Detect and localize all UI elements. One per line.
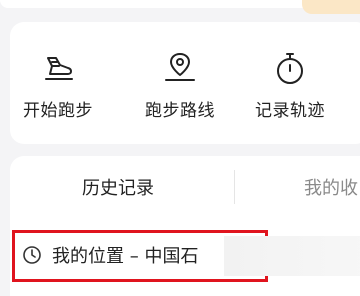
stopwatch-icon — [270, 48, 310, 88]
history-item-text: 我的位置 – 中国石 — [52, 246, 199, 267]
running-route-button[interactable]: 跑步路线 — [132, 22, 228, 144]
tab-divider — [234, 170, 235, 204]
promo-badge[interactable] — [302, 0, 360, 14]
running-shoe-icon — [38, 48, 78, 88]
redacted-overlay — [224, 236, 360, 276]
quick-actions-card: 开始跑步 跑步路线 记录轨迹 — [10, 22, 360, 144]
history-list-item[interactable]: 我的位置 – 中国石 — [10, 230, 360, 282]
route-pin-icon — [160, 48, 200, 88]
tab-favorites[interactable]: 我的收 — [304, 156, 358, 218]
start-running-button[interactable]: 开始跑步 — [10, 22, 106, 144]
record-track-button[interactable]: 记录轨迹 — [242, 22, 338, 144]
running-route-label: 跑步路线 — [145, 101, 215, 121]
start-running-label: 开始跑步 — [23, 101, 93, 121]
clock-icon — [22, 245, 42, 265]
history-card: 历史记录 我的收 我的位置 – 中国石 — [10, 156, 360, 296]
record-track-label: 记录轨迹 — [255, 101, 325, 121]
tab-history[interactable]: 历史记录 — [82, 156, 154, 218]
